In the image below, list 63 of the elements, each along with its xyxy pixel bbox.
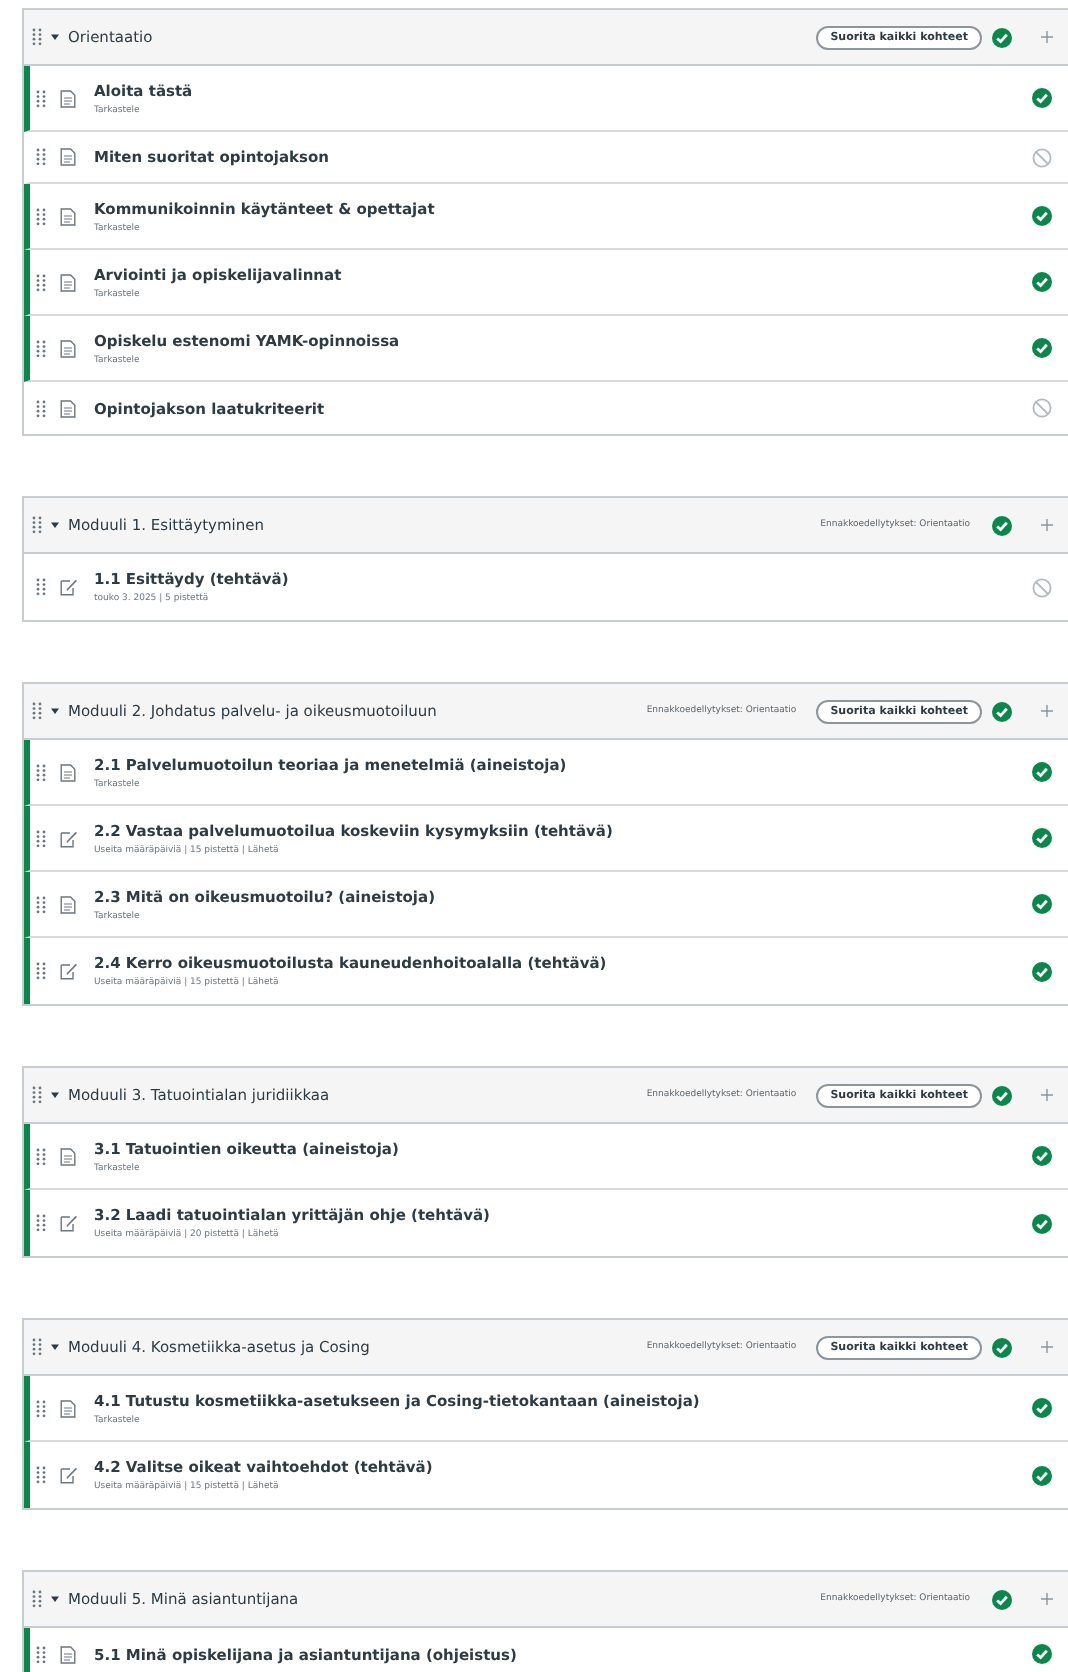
drag-handle-icon[interactable] [36, 399, 46, 417]
drag-handle-icon[interactable] [32, 28, 42, 46]
published-check-icon[interactable] [992, 1085, 1012, 1105]
drag-handle-icon[interactable] [36, 763, 46, 781]
caret-icon[interactable] [50, 32, 60, 42]
drag-handle-icon[interactable] [32, 702, 42, 720]
document-icon [60, 399, 76, 417]
drag-handle-icon[interactable] [36, 1466, 46, 1484]
published-check-icon[interactable] [1032, 338, 1052, 358]
published-check-icon[interactable] [1032, 961, 1052, 981]
drag-handle-icon[interactable] [32, 516, 42, 534]
published-check-icon[interactable] [992, 1337, 1012, 1357]
document-icon [60, 1399, 76, 1417]
drag-handle-icon[interactable] [32, 1086, 42, 1104]
assignment-icon [59, 962, 77, 980]
drag-handle-icon[interactable] [36, 339, 46, 357]
drag-handle-icon[interactable] [36, 207, 46, 225]
drag-handle-icon[interactable] [36, 1399, 46, 1417]
published-check-icon[interactable] [1032, 762, 1052, 782]
drag-handle-icon[interactable] [36, 89, 46, 107]
published-check-icon[interactable] [1032, 272, 1052, 292]
published-check-icon[interactable] [1032, 1213, 1052, 1233]
document-icon [60, 339, 76, 357]
document-icon [60, 89, 76, 107]
document-icon [60, 148, 76, 166]
document-icon [60, 763, 76, 781]
caret-icon[interactable] [50, 1090, 60, 1100]
caret-icon[interactable] [50, 520, 60, 530]
caret-icon[interactable] [50, 1594, 60, 1604]
drag-handle-icon[interactable] [36, 962, 46, 980]
published-check-icon[interactable] [1032, 1465, 1052, 1485]
published-check-icon[interactable] [1032, 1146, 1052, 1166]
document-icon [60, 895, 76, 913]
drag-handle-icon[interactable] [36, 1645, 46, 1663]
published-check-icon[interactable] [992, 1589, 1012, 1609]
published-check-icon[interactable] [992, 701, 1012, 721]
drag-handle-icon[interactable] [36, 578, 46, 596]
published-check-icon[interactable] [1032, 1644, 1052, 1664]
document-icon [60, 273, 76, 291]
published-check-icon[interactable] [1032, 828, 1052, 848]
drag-handle-icon[interactable] [36, 1214, 46, 1232]
drag-handle-icon[interactable] [36, 273, 46, 291]
drag-handle-icon[interactable] [32, 1590, 42, 1608]
caret-icon[interactable] [50, 706, 60, 716]
published-check-icon[interactable] [1032, 1398, 1052, 1418]
published-check-icon[interactable] [1032, 894, 1052, 914]
published-check-icon[interactable] [1032, 88, 1052, 108]
caret-icon[interactable] [50, 1342, 60, 1352]
drag-handle-icon[interactable] [36, 1147, 46, 1165]
assignment-icon [59, 1214, 77, 1232]
drag-handle-icon[interactable] [36, 148, 46, 166]
document-icon [60, 1147, 76, 1165]
drag-handle-icon[interactable] [36, 829, 46, 847]
assignment-icon [59, 1466, 77, 1484]
assignment-icon [59, 578, 77, 596]
published-check-icon[interactable] [992, 515, 1012, 535]
drag-handle-icon[interactable] [32, 1338, 42, 1356]
drag-handle-icon[interactable] [36, 895, 46, 913]
document-icon [60, 207, 76, 225]
published-check-icon[interactable] [992, 27, 1012, 47]
assignment-icon [59, 829, 77, 847]
document-icon [60, 1645, 76, 1663]
published-check-icon[interactable] [1032, 206, 1052, 226]
